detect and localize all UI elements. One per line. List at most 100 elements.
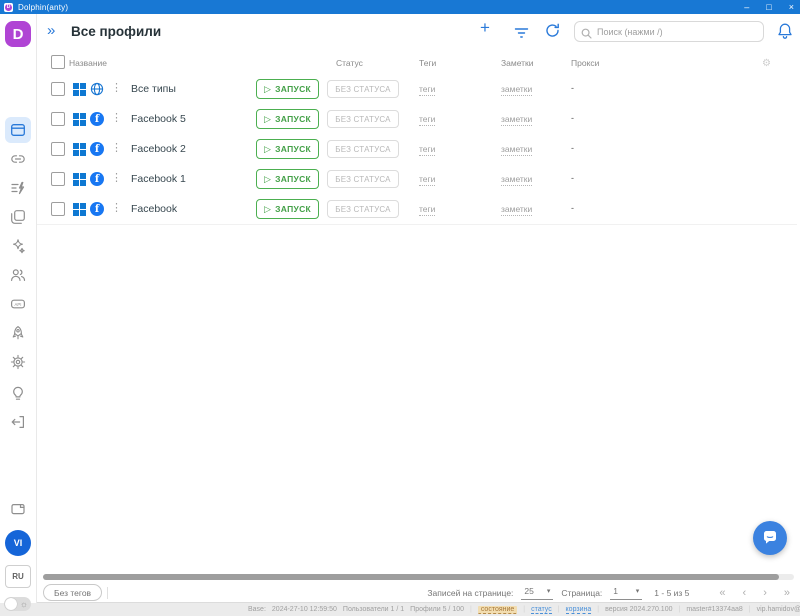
status-chip[interactable]: БЕЗ СТАТУСА bbox=[327, 170, 399, 188]
windows-icon bbox=[73, 113, 86, 126]
notes-cell[interactable]: заметки bbox=[501, 144, 532, 156]
profile-name[interactable]: Facebook 1 bbox=[131, 173, 186, 185]
collapse-sidebar-button[interactable]: » bbox=[47, 21, 55, 41]
theme-toggle[interactable]: ☼ bbox=[4, 597, 31, 611]
support-chat-button[interactable] bbox=[753, 521, 787, 555]
profile-name[interactable]: Все типы bbox=[131, 83, 176, 95]
profiles-count: Профили 5 / 100 bbox=[410, 606, 464, 613]
launch-button[interactable]: ▷ ЗАПУСК bbox=[256, 169, 319, 189]
profile-name[interactable]: Facebook bbox=[131, 203, 177, 215]
table-settings-button[interactable]: ⚙ bbox=[762, 58, 771, 69]
sidebar-item-automation[interactable] bbox=[5, 175, 31, 201]
row-checkbox[interactable] bbox=[51, 82, 65, 96]
column-header-notes[interactable]: Заметки bbox=[501, 58, 534, 68]
launch-button[interactable]: ▷ ЗАПУСК bbox=[256, 199, 319, 219]
row-menu-button[interactable]: ⋮ bbox=[111, 141, 122, 154]
sidebar-item-extensions[interactable] bbox=[5, 233, 31, 259]
status-link[interactable]: статус bbox=[531, 606, 552, 614]
tags-cell[interactable]: теги bbox=[419, 114, 435, 126]
add-profile-button[interactable]: + bbox=[480, 18, 490, 38]
page-select[interactable]: 1 ▾ bbox=[610, 586, 642, 600]
sidebar-item-api[interactable]: API bbox=[5, 291, 31, 317]
app-logo-icon: D bbox=[4, 3, 13, 12]
status-chip[interactable]: БЕЗ СТАТУСА bbox=[327, 200, 399, 218]
sidebar-item-scenarios[interactable] bbox=[5, 320, 31, 346]
condition-link[interactable]: состояние bbox=[478, 606, 517, 614]
status-chip[interactable]: БЕЗ СТАТУСА bbox=[327, 80, 399, 98]
close-button[interactable]: × bbox=[789, 0, 794, 14]
status-chip[interactable]: БЕЗ СТАТУСА bbox=[327, 140, 399, 158]
windows-icon bbox=[73, 143, 86, 156]
page-header: » Все профили + bbox=[37, 14, 800, 50]
tags-cell[interactable]: теги bbox=[419, 84, 435, 96]
row-menu-button[interactable]: ⋮ bbox=[111, 171, 122, 184]
sidebar-item-tips[interactable] bbox=[5, 380, 31, 406]
copy-pages-icon bbox=[10, 209, 26, 225]
launch-button[interactable]: ▷ ЗАПУСК bbox=[256, 109, 319, 129]
minimize-button[interactable]: – bbox=[744, 0, 749, 14]
column-header-name[interactable]: Название bbox=[69, 58, 107, 68]
scrollbar-thumb[interactable] bbox=[43, 574, 779, 580]
row-checkbox[interactable] bbox=[51, 142, 65, 156]
wallet-card-icon bbox=[10, 501, 26, 517]
notes-cell[interactable]: заметки bbox=[501, 204, 532, 216]
dolphin-logo: D bbox=[5, 21, 31, 47]
status-datetime: 2024-27-10 12:59:50 bbox=[272, 606, 337, 613]
notes-cell[interactable]: заметки bbox=[501, 174, 532, 186]
user-avatar[interactable]: VI bbox=[5, 530, 31, 556]
play-icon: ▷ bbox=[264, 174, 271, 185]
tags-cell[interactable]: теги bbox=[419, 144, 435, 156]
search-input[interactable] bbox=[574, 21, 764, 42]
app-window: D Dolphin(anty) – □ × D bbox=[0, 0, 800, 616]
row-menu-button[interactable]: ⋮ bbox=[111, 111, 122, 124]
no-tags-filter-button[interactable]: Без тегов bbox=[43, 584, 102, 601]
horizontal-scrollbar[interactable] bbox=[43, 574, 794, 580]
per-page-select[interactable]: 25 ▾ bbox=[521, 586, 553, 600]
refresh-button[interactable] bbox=[545, 23, 560, 43]
row-checkbox[interactable] bbox=[51, 202, 65, 216]
next-page-button[interactable]: › bbox=[763, 587, 767, 599]
notes-cell[interactable]: заметки bbox=[501, 114, 532, 126]
filter-button[interactable] bbox=[514, 26, 529, 44]
column-header-tags[interactable]: Теги bbox=[419, 58, 436, 68]
page-range: 1 - 5 из 5 bbox=[654, 588, 689, 598]
sidebar-item-proxy[interactable] bbox=[5, 146, 31, 172]
windows-icon bbox=[73, 203, 86, 216]
column-header-proxy[interactable]: Прокси bbox=[571, 58, 599, 68]
row-menu-button[interactable]: ⋮ bbox=[111, 81, 122, 94]
column-header-status[interactable]: Статус bbox=[336, 58, 363, 68]
facebook-icon: f bbox=[90, 142, 104, 156]
status-chip[interactable]: БЕЗ СТАТУСА bbox=[327, 110, 399, 128]
row-checkbox[interactable] bbox=[51, 172, 65, 186]
table-row: ⋮ Все типы ▷ ЗАПУСК БЕЗ СТАТУСА теги зам… bbox=[37, 74, 797, 105]
first-page-button[interactable]: « bbox=[719, 587, 725, 599]
user-email: vip.hamidov@inbox.ru bbox=[757, 606, 800, 613]
prev-page-button[interactable]: ‹ bbox=[743, 587, 747, 599]
language-button[interactable]: RU bbox=[5, 565, 31, 588]
sidebar-item-team[interactable] bbox=[5, 262, 31, 288]
sidebar-item-pages[interactable] bbox=[5, 204, 31, 230]
tags-cell[interactable]: теги bbox=[419, 204, 435, 216]
profile-name[interactable]: Facebook 5 bbox=[131, 113, 186, 125]
list-lightning-icon bbox=[10, 180, 26, 196]
sidebar-item-logout[interactable] bbox=[5, 409, 31, 435]
row-menu-button[interactable]: ⋮ bbox=[111, 201, 122, 214]
row-checkbox[interactable] bbox=[51, 112, 65, 126]
notifications-button[interactable] bbox=[777, 22, 793, 45]
maximize-button[interactable]: □ bbox=[766, 0, 771, 14]
sidebar-item-subscription[interactable] bbox=[5, 496, 31, 522]
notes-cell[interactable]: заметки bbox=[501, 84, 532, 96]
launch-button[interactable]: ▷ ЗАПУСК bbox=[256, 139, 319, 159]
proxy-cell: - bbox=[571, 143, 574, 153]
select-all-checkbox[interactable] bbox=[51, 55, 65, 69]
status-bar: Base: 2024-27-10 12:59:50 Пользователи 1… bbox=[0, 602, 800, 616]
trash-link[interactable]: корзина bbox=[566, 606, 592, 614]
launch-button[interactable]: ▷ ЗАПУСК bbox=[256, 79, 319, 99]
toggle-knob bbox=[5, 598, 17, 610]
proxy-cell: - bbox=[571, 113, 574, 123]
profile-name[interactable]: Facebook 2 bbox=[131, 143, 186, 155]
tags-cell[interactable]: теги bbox=[419, 174, 435, 186]
last-page-button[interactable]: » bbox=[784, 587, 790, 599]
sidebar-item-settings[interactable] bbox=[5, 349, 31, 375]
sidebar-item-browser-profiles[interactable] bbox=[5, 117, 31, 143]
